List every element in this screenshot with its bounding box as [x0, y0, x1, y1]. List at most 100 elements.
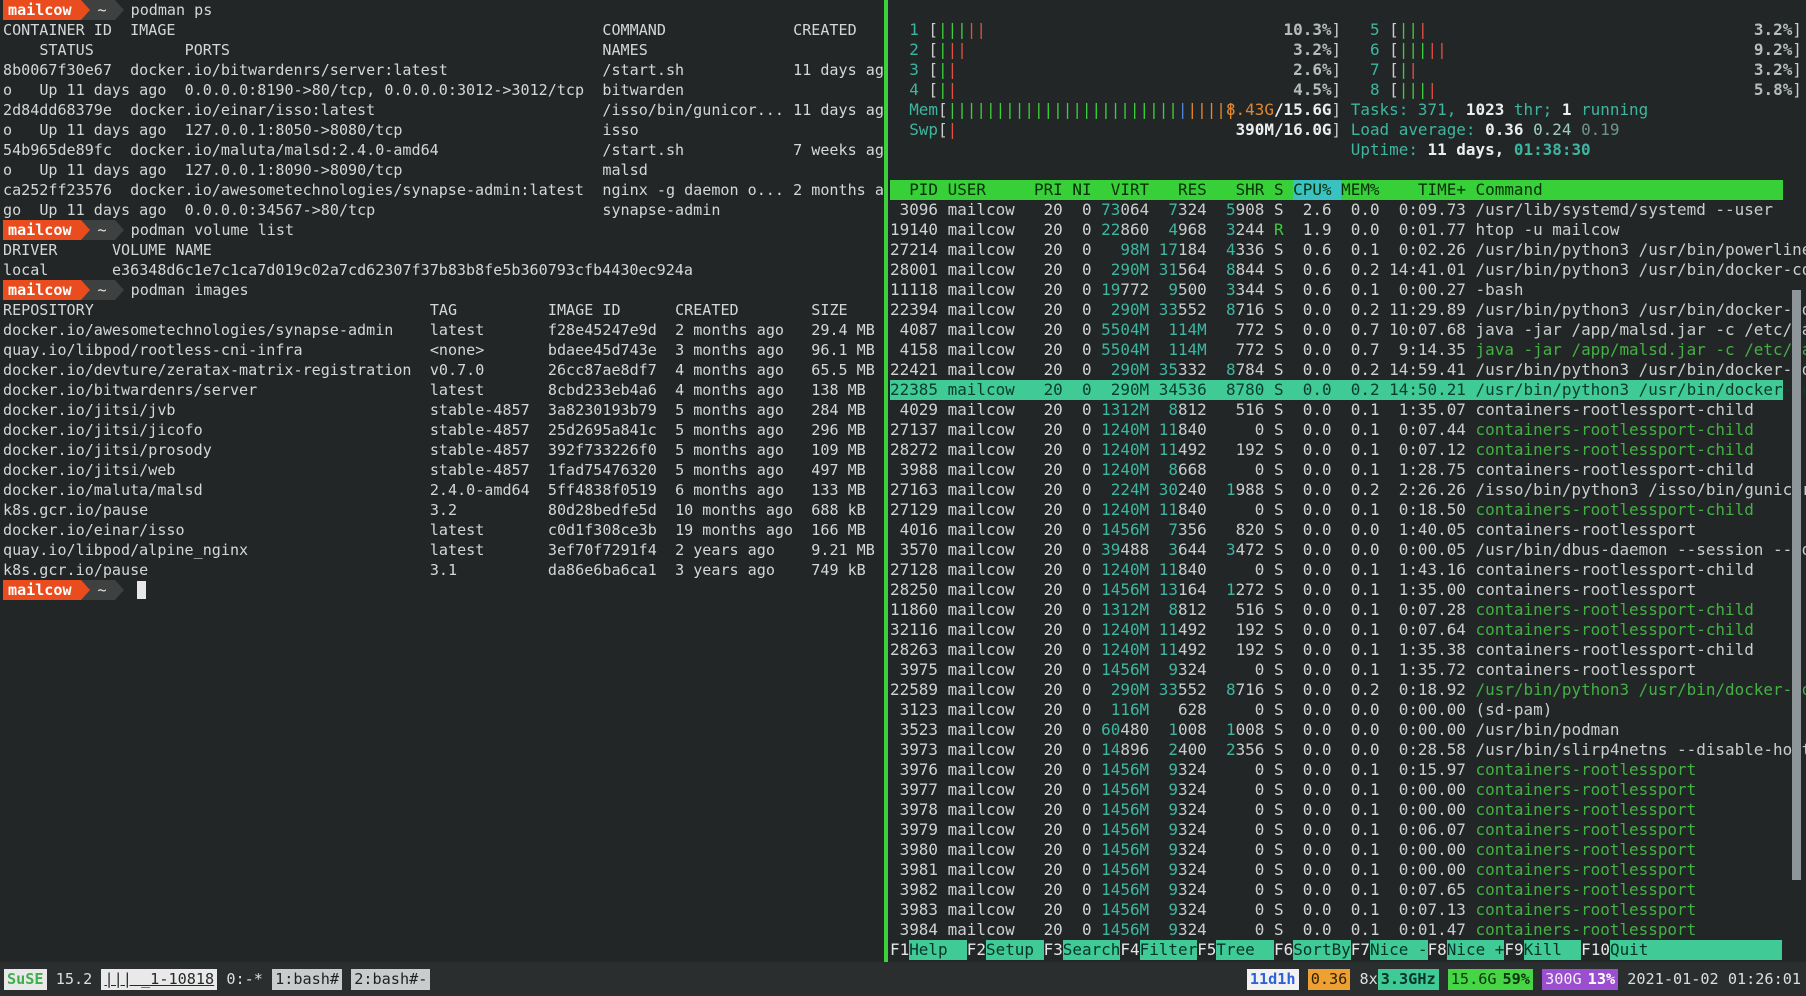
process-pid[interactable]: 3981 [900, 860, 938, 879]
meter-bar-segment: | [1178, 100, 1188, 119]
process-pid[interactable]: 28250 [890, 580, 938, 599]
terminal-line: STATUSPORTSNAMES [3, 40, 884, 60]
process-time: 0:00.00 [1399, 800, 1466, 819]
column-header-virt[interactable]: VIRT [1111, 180, 1149, 199]
fkey-number[interactable]: F3 [1044, 940, 1063, 960]
fkey-number[interactable]: F9 [1504, 940, 1523, 960]
scrollbar-thumb[interactable] [1792, 290, 1801, 880]
process-cell: 11840 [1159, 560, 1207, 579]
process-pid[interactable]: 22385 [890, 380, 938, 399]
htop-text-part: 19 [1101, 280, 1120, 299]
process-pid[interactable]: 3975 [900, 660, 938, 679]
process-pid[interactable]: 19140 [890, 220, 938, 239]
column-header-shr[interactable]: SHR [1236, 180, 1265, 199]
process-pid[interactable]: 3984 [900, 920, 938, 939]
fkey-number[interactable]: F6 [1274, 940, 1293, 960]
process-pid[interactable]: 3988 [900, 460, 938, 479]
process-pid[interactable]: 3096 [900, 200, 938, 219]
process-pid[interactable]: 28272 [890, 440, 938, 459]
process-pid[interactable]: 3973 [900, 740, 938, 759]
process-pid[interactable]: 27163 [890, 480, 938, 499]
htop-text-part: 11 [1159, 500, 1178, 519]
left-terminal-pane[interactable]: mailcow~podman psCONTAINER ID IMAGECOMMA… [3, 0, 884, 962]
process-pid[interactable]: 22421 [890, 360, 938, 379]
fkey-number[interactable]: F8 [1428, 940, 1447, 960]
process-pid[interactable]: 27128 [890, 560, 938, 579]
column-header-user[interactable]: USER [948, 180, 986, 199]
process-pid[interactable]: 4158 [900, 340, 938, 359]
fkey-action-search[interactable]: Search [1063, 940, 1121, 960]
process-pid[interactable]: 3980 [900, 840, 938, 859]
process-pid[interactable]: 3976 [900, 760, 938, 779]
process-pid[interactable]: 3982 [900, 880, 938, 899]
htop-text-part: 2 [1226, 740, 1236, 759]
process-pid[interactable]: 28263 [890, 640, 938, 659]
column-header-res[interactable]: RES [1178, 180, 1207, 199]
fkey-action-nice +[interactable]: Nice + [1447, 940, 1505, 960]
fkey-number[interactable]: F7 [1351, 940, 1370, 960]
column-header-pri[interactable]: PRI [1034, 180, 1063, 199]
process-ni: 0 [1082, 260, 1092, 279]
process-pid[interactable]: 3977 [900, 780, 938, 799]
column-header-ni[interactable]: NI [1072, 180, 1091, 199]
process-cpu: 0.6 [1303, 280, 1332, 299]
fkey-action-nice -[interactable]: Nice - [1370, 940, 1428, 960]
process-cell: 1456M [1101, 880, 1149, 899]
process-time: 1:40.05 [1399, 520, 1466, 539]
process-pid[interactable]: 3983 [900, 900, 938, 919]
process-pid[interactable]: 27129 [890, 500, 938, 519]
fkey-action-quit[interactable]: Quit [1610, 940, 1668, 960]
process-pid[interactable]: 3570 [900, 540, 938, 559]
fkey-number[interactable]: F2 [967, 940, 986, 960]
fkey-action-help[interactable]: Help [909, 940, 967, 960]
status-left-segment[interactable]: 1:bash# [272, 969, 342, 990]
htop-pane[interactable]: 1[|||||10.3%]2[|||3.2%]3[||2.6%]4[||4.5%… [890, 0, 1806, 962]
column-header-mem[interactable]: MEM% [1341, 180, 1379, 199]
column-header-s[interactable]: S [1274, 180, 1284, 199]
process-pid[interactable]: 32116 [890, 620, 938, 639]
process-cell: 1240M [1101, 560, 1149, 579]
text-cursor[interactable] [137, 581, 146, 599]
column-header-time[interactable]: TIME+ [1418, 180, 1466, 199]
process-pid[interactable]: 27137 [890, 420, 938, 439]
process-pid[interactable]: 28001 [890, 260, 938, 279]
process-cell: 9324 [1168, 820, 1206, 839]
process-pid[interactable]: 4016 [900, 520, 938, 539]
process-pid[interactable]: 4029 [900, 400, 938, 419]
process-pid[interactable]: 22589 [890, 680, 938, 699]
process-pid[interactable]: 11860 [890, 600, 938, 619]
process-pid[interactable]: 3978 [900, 800, 938, 819]
process-pid[interactable]: 27214 [890, 240, 938, 259]
output-text: malsd [602, 160, 647, 180]
htop-text-part: 552 [1178, 680, 1207, 699]
column-header-pid[interactable]: PID [909, 180, 938, 199]
process-cell: 1456M [1101, 520, 1149, 539]
process-pid[interactable]: 11118 [890, 280, 938, 299]
process-time: 1:28.75 [1399, 460, 1466, 479]
process-cell: 0 [1255, 700, 1265, 719]
htop-text-part: 11 days, [1428, 140, 1514, 159]
status-right-segment: 59% [1500, 969, 1533, 990]
process-pid[interactable]: 22394 [890, 300, 938, 319]
process-pid[interactable]: 3123 [900, 700, 938, 719]
fkey-action-sortby[interactable]: SortBy [1293, 940, 1351, 960]
status-left-segment[interactable]: 2:bash#- [351, 969, 430, 990]
fkey-action-kill[interactable]: Kill [1524, 940, 1582, 960]
fkey-action-setup[interactable]: Setup [986, 940, 1044, 960]
process-pid[interactable]: 3979 [900, 820, 938, 839]
fkey-number[interactable]: F4 [1120, 940, 1139, 960]
column-header-cmd[interactable]: Command [1476, 180, 1543, 199]
fkey-action-filter[interactable]: Filter [1140, 940, 1198, 960]
column-header-cpu[interactable]: CPU% [1293, 180, 1331, 199]
output-text: NAMES [602, 40, 647, 60]
process-pid[interactable]: 4087 [900, 320, 938, 339]
process-ni: 0 [1082, 860, 1092, 879]
fkey-action-tree[interactable]: Tree [1216, 940, 1274, 960]
fkey-number[interactable]: F10 [1581, 940, 1610, 960]
fkey-number[interactable]: F1 [890, 940, 909, 960]
cpu-meter-label: 4 [909, 80, 919, 99]
fkey-number[interactable]: F5 [1197, 940, 1216, 960]
process-pid[interactable]: 3523 [900, 720, 938, 739]
pane-divider[interactable] [884, 0, 888, 962]
meter-bracket: [ [1389, 60, 1399, 79]
